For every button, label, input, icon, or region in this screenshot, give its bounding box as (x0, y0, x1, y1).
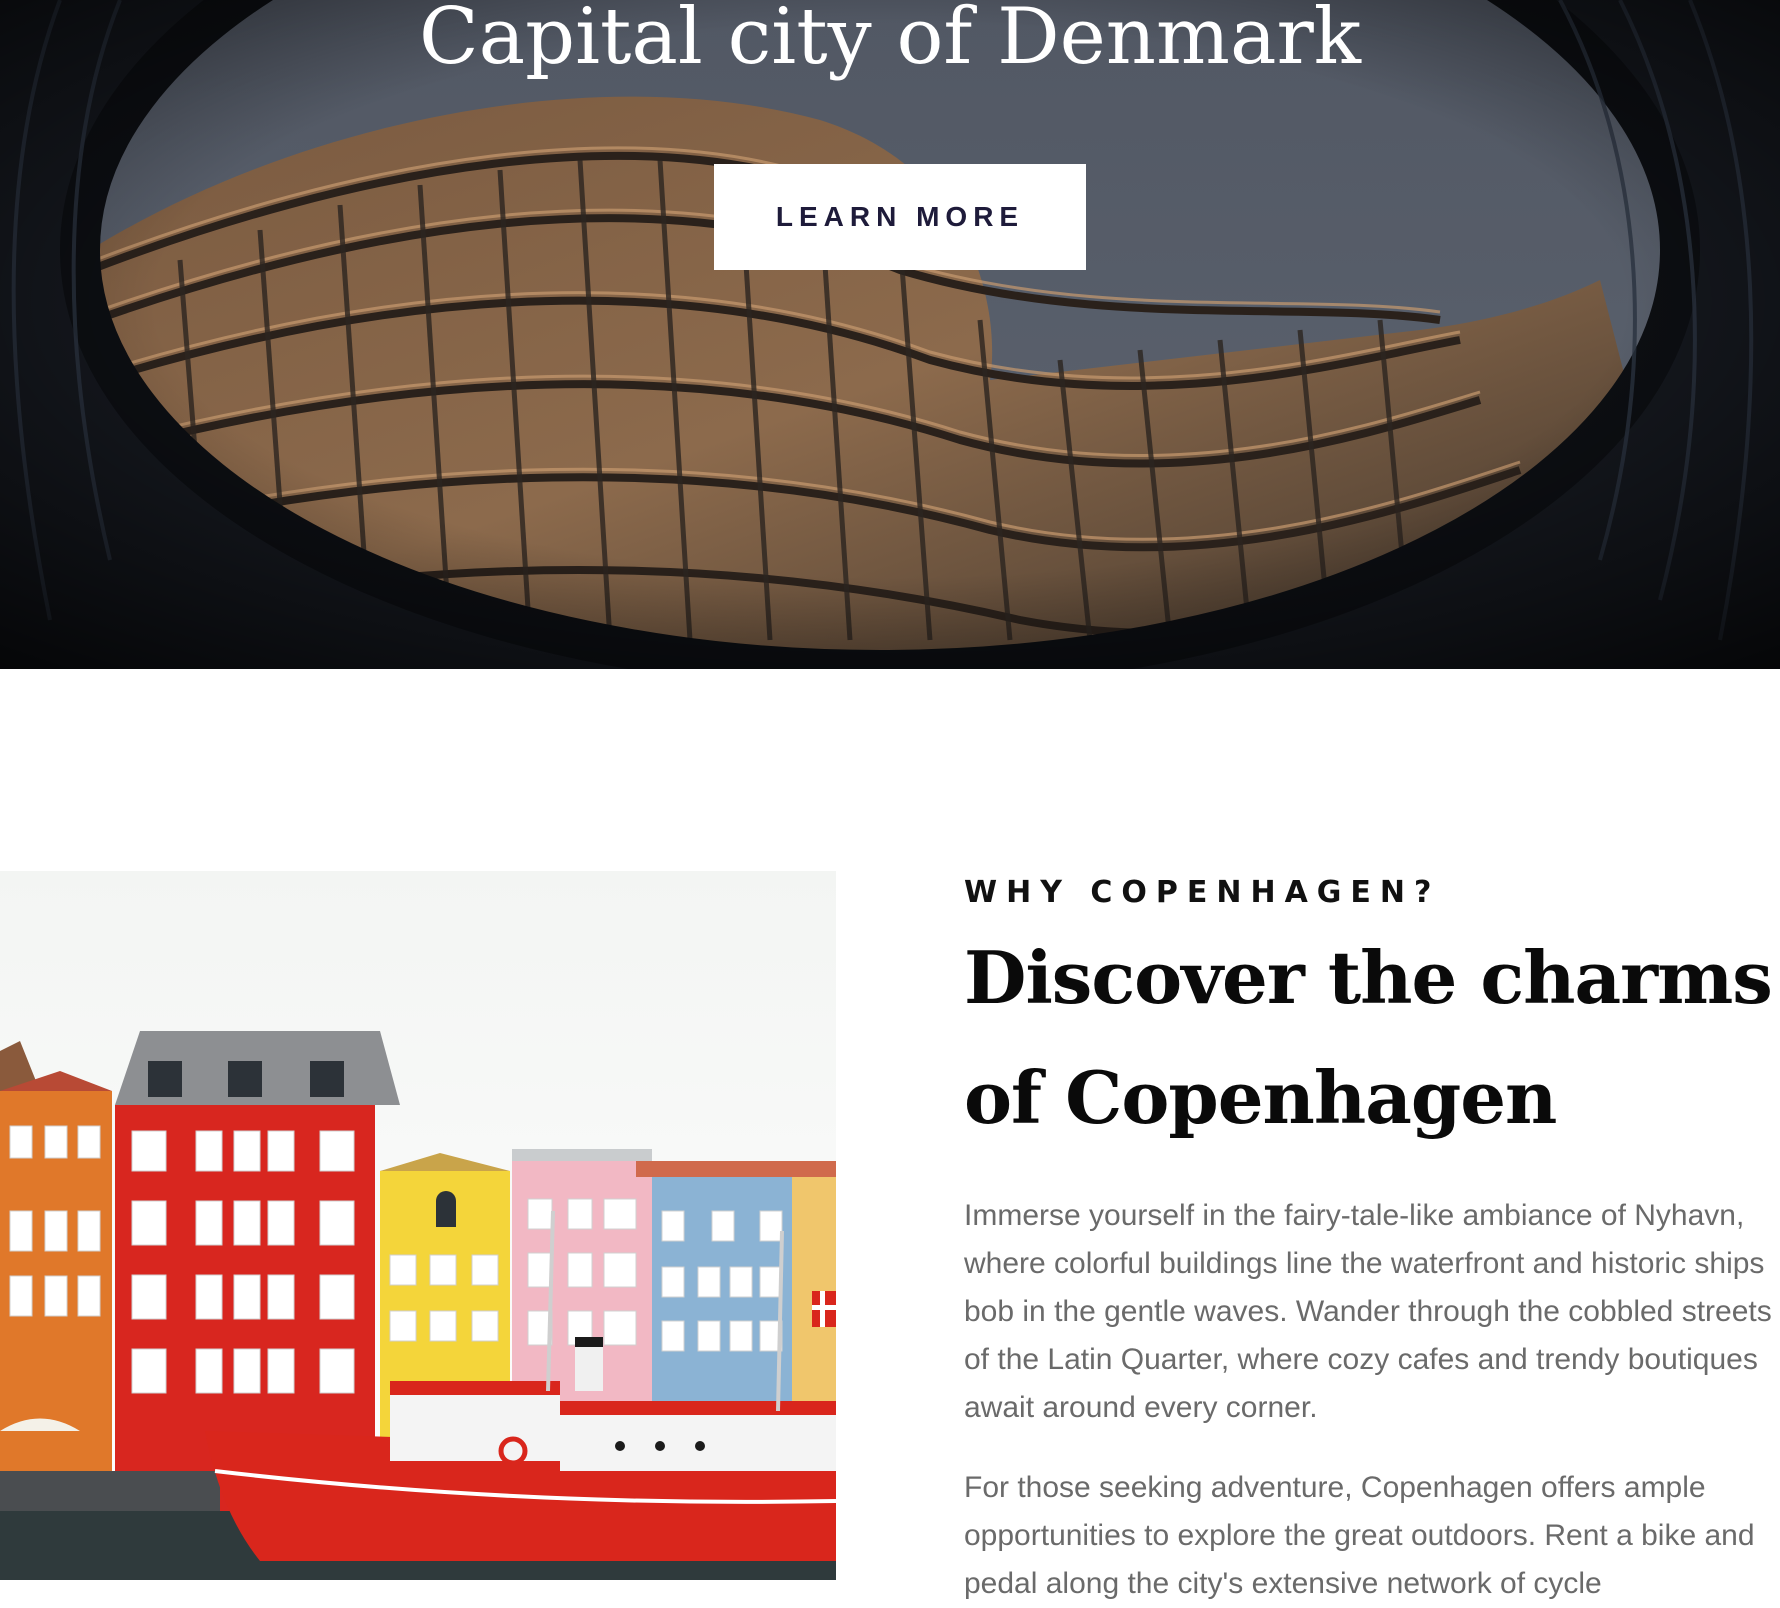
hero-section: Capital city of Denmark LEARN MORE (0, 0, 1780, 669)
learn-more-button[interactable]: LEARN MORE (714, 164, 1086, 270)
hero-title: Capital city of Denmark (418, 0, 1362, 82)
intro-paragraph-1: Immerse yourself in the fairy-tale-like … (964, 1199, 1772, 1424)
section-heading: Discover the charms of Copenhagen (964, 935, 1773, 1140)
nyhavn-illustration (0, 871, 836, 1580)
section-eyebrow: WHY COPENHAGEN? (964, 875, 1441, 910)
nyhavn-photo (0, 871, 836, 1580)
hero-background-image (0, 0, 1780, 669)
intro-paragraph-2: For those seeking adventure, Copenhagen … (964, 1471, 1755, 1600)
